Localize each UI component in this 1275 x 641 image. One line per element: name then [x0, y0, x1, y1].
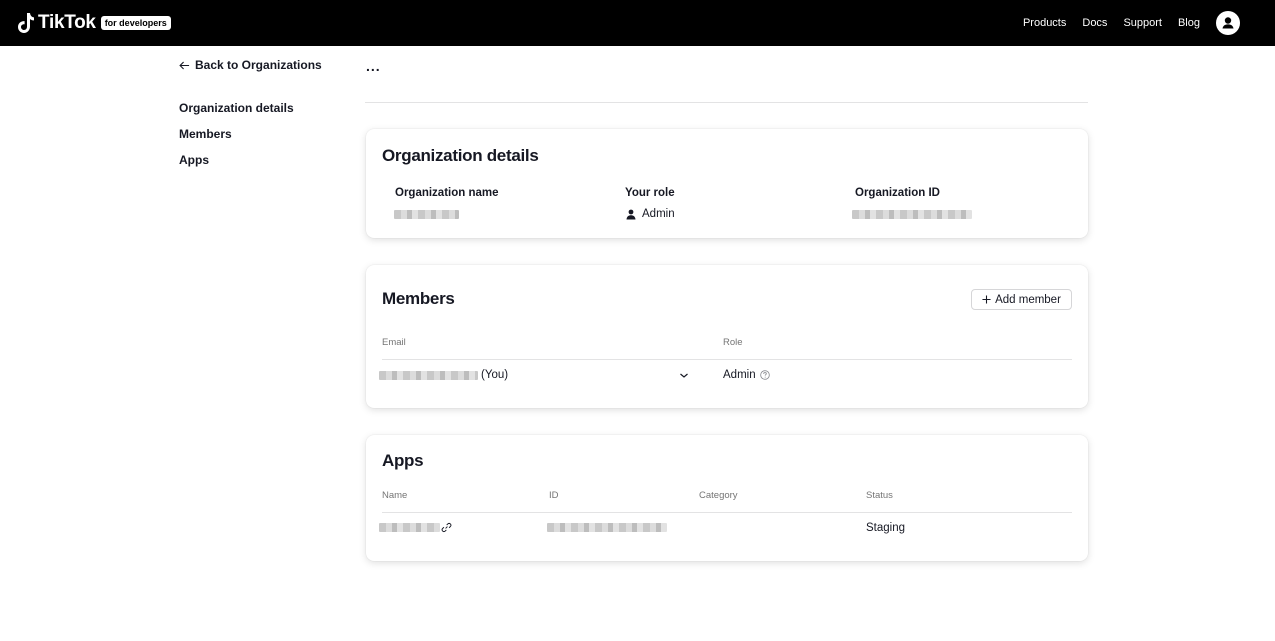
member-role: Admin [723, 369, 770, 381]
organization-id-label: Organization ID [855, 187, 940, 199]
organization-id-value-redacted [852, 210, 972, 219]
arrow-left-icon [179, 61, 190, 69]
members-card: Members Add member Email Role (You) Admi… [366, 265, 1088, 408]
person-icon [626, 209, 636, 219]
sidebar-item-members[interactable]: Members [179, 127, 232, 141]
your-role-label: Your role [625, 187, 675, 199]
tiktok-note-icon [18, 13, 34, 33]
add-member-label: Add member [995, 293, 1061, 306]
help-circle-icon[interactable] [759, 370, 770, 380]
more-options-button[interactable]: ... [366, 58, 381, 74]
add-member-button[interactable]: Add member [971, 289, 1072, 310]
tiktok-developers-logo[interactable]: TikTok for developers [18, 11, 171, 35]
plus-icon [982, 295, 991, 304]
category-column-header: Category [699, 490, 738, 501]
app-name-redacted[interactable] [379, 523, 440, 532]
your-role-value: Admin [626, 208, 675, 220]
chevron-down-icon[interactable] [679, 371, 689, 379]
id-column-header: ID [549, 490, 559, 501]
member-role-text: Admin [723, 369, 756, 381]
back-label: Back to Organizations [195, 58, 322, 72]
members-title: Members [382, 289, 455, 308]
apps-title: Apps [382, 451, 424, 470]
sidebar-item-organization-details[interactable]: Organization details [179, 101, 294, 115]
organization-details-card: Organization details Organization name Y… [366, 129, 1088, 238]
top-navigation-bar: TikTok for developers Products Docs Supp… [0, 0, 1275, 46]
header-divider [365, 102, 1088, 103]
members-header-divider [382, 359, 1072, 360]
status-column-header: Status [866, 490, 893, 501]
apps-card: Apps Name ID Category Status Staging [366, 435, 1088, 561]
back-to-organizations-link[interactable]: Back to Organizations [179, 58, 322, 72]
nav-docs-link[interactable]: Docs [1082, 17, 1107, 29]
organization-name-value-redacted [394, 210, 459, 219]
header-nav: Products Docs Support Blog [1023, 0, 1200, 46]
link-icon[interactable] [441, 522, 452, 533]
role-column-header: Role [723, 337, 743, 348]
name-column-header: Name [382, 490, 408, 501]
sidebar-item-apps[interactable]: Apps [179, 153, 209, 167]
nav-support-link[interactable]: Support [1123, 17, 1162, 29]
email-column-header: Email [382, 337, 406, 348]
app-id-redacted [547, 523, 667, 532]
for-developers-badge: for developers [100, 16, 171, 30]
nav-products-link[interactable]: Products [1023, 17, 1066, 29]
organization-name-label: Organization name [395, 187, 499, 199]
app-status: Staging [866, 522, 906, 534]
nav-blog-link[interactable]: Blog [1178, 17, 1200, 29]
user-avatar-button[interactable] [1216, 11, 1240, 35]
brand-wordmark: TikTok [38, 12, 96, 33]
role-text: Admin [642, 208, 675, 220]
member-email-redacted [379, 371, 478, 380]
user-icon [1222, 17, 1234, 29]
you-indicator: (You) [481, 369, 509, 381]
apps-header-divider [382, 512, 1072, 513]
organization-details-title: Organization details [382, 146, 539, 165]
